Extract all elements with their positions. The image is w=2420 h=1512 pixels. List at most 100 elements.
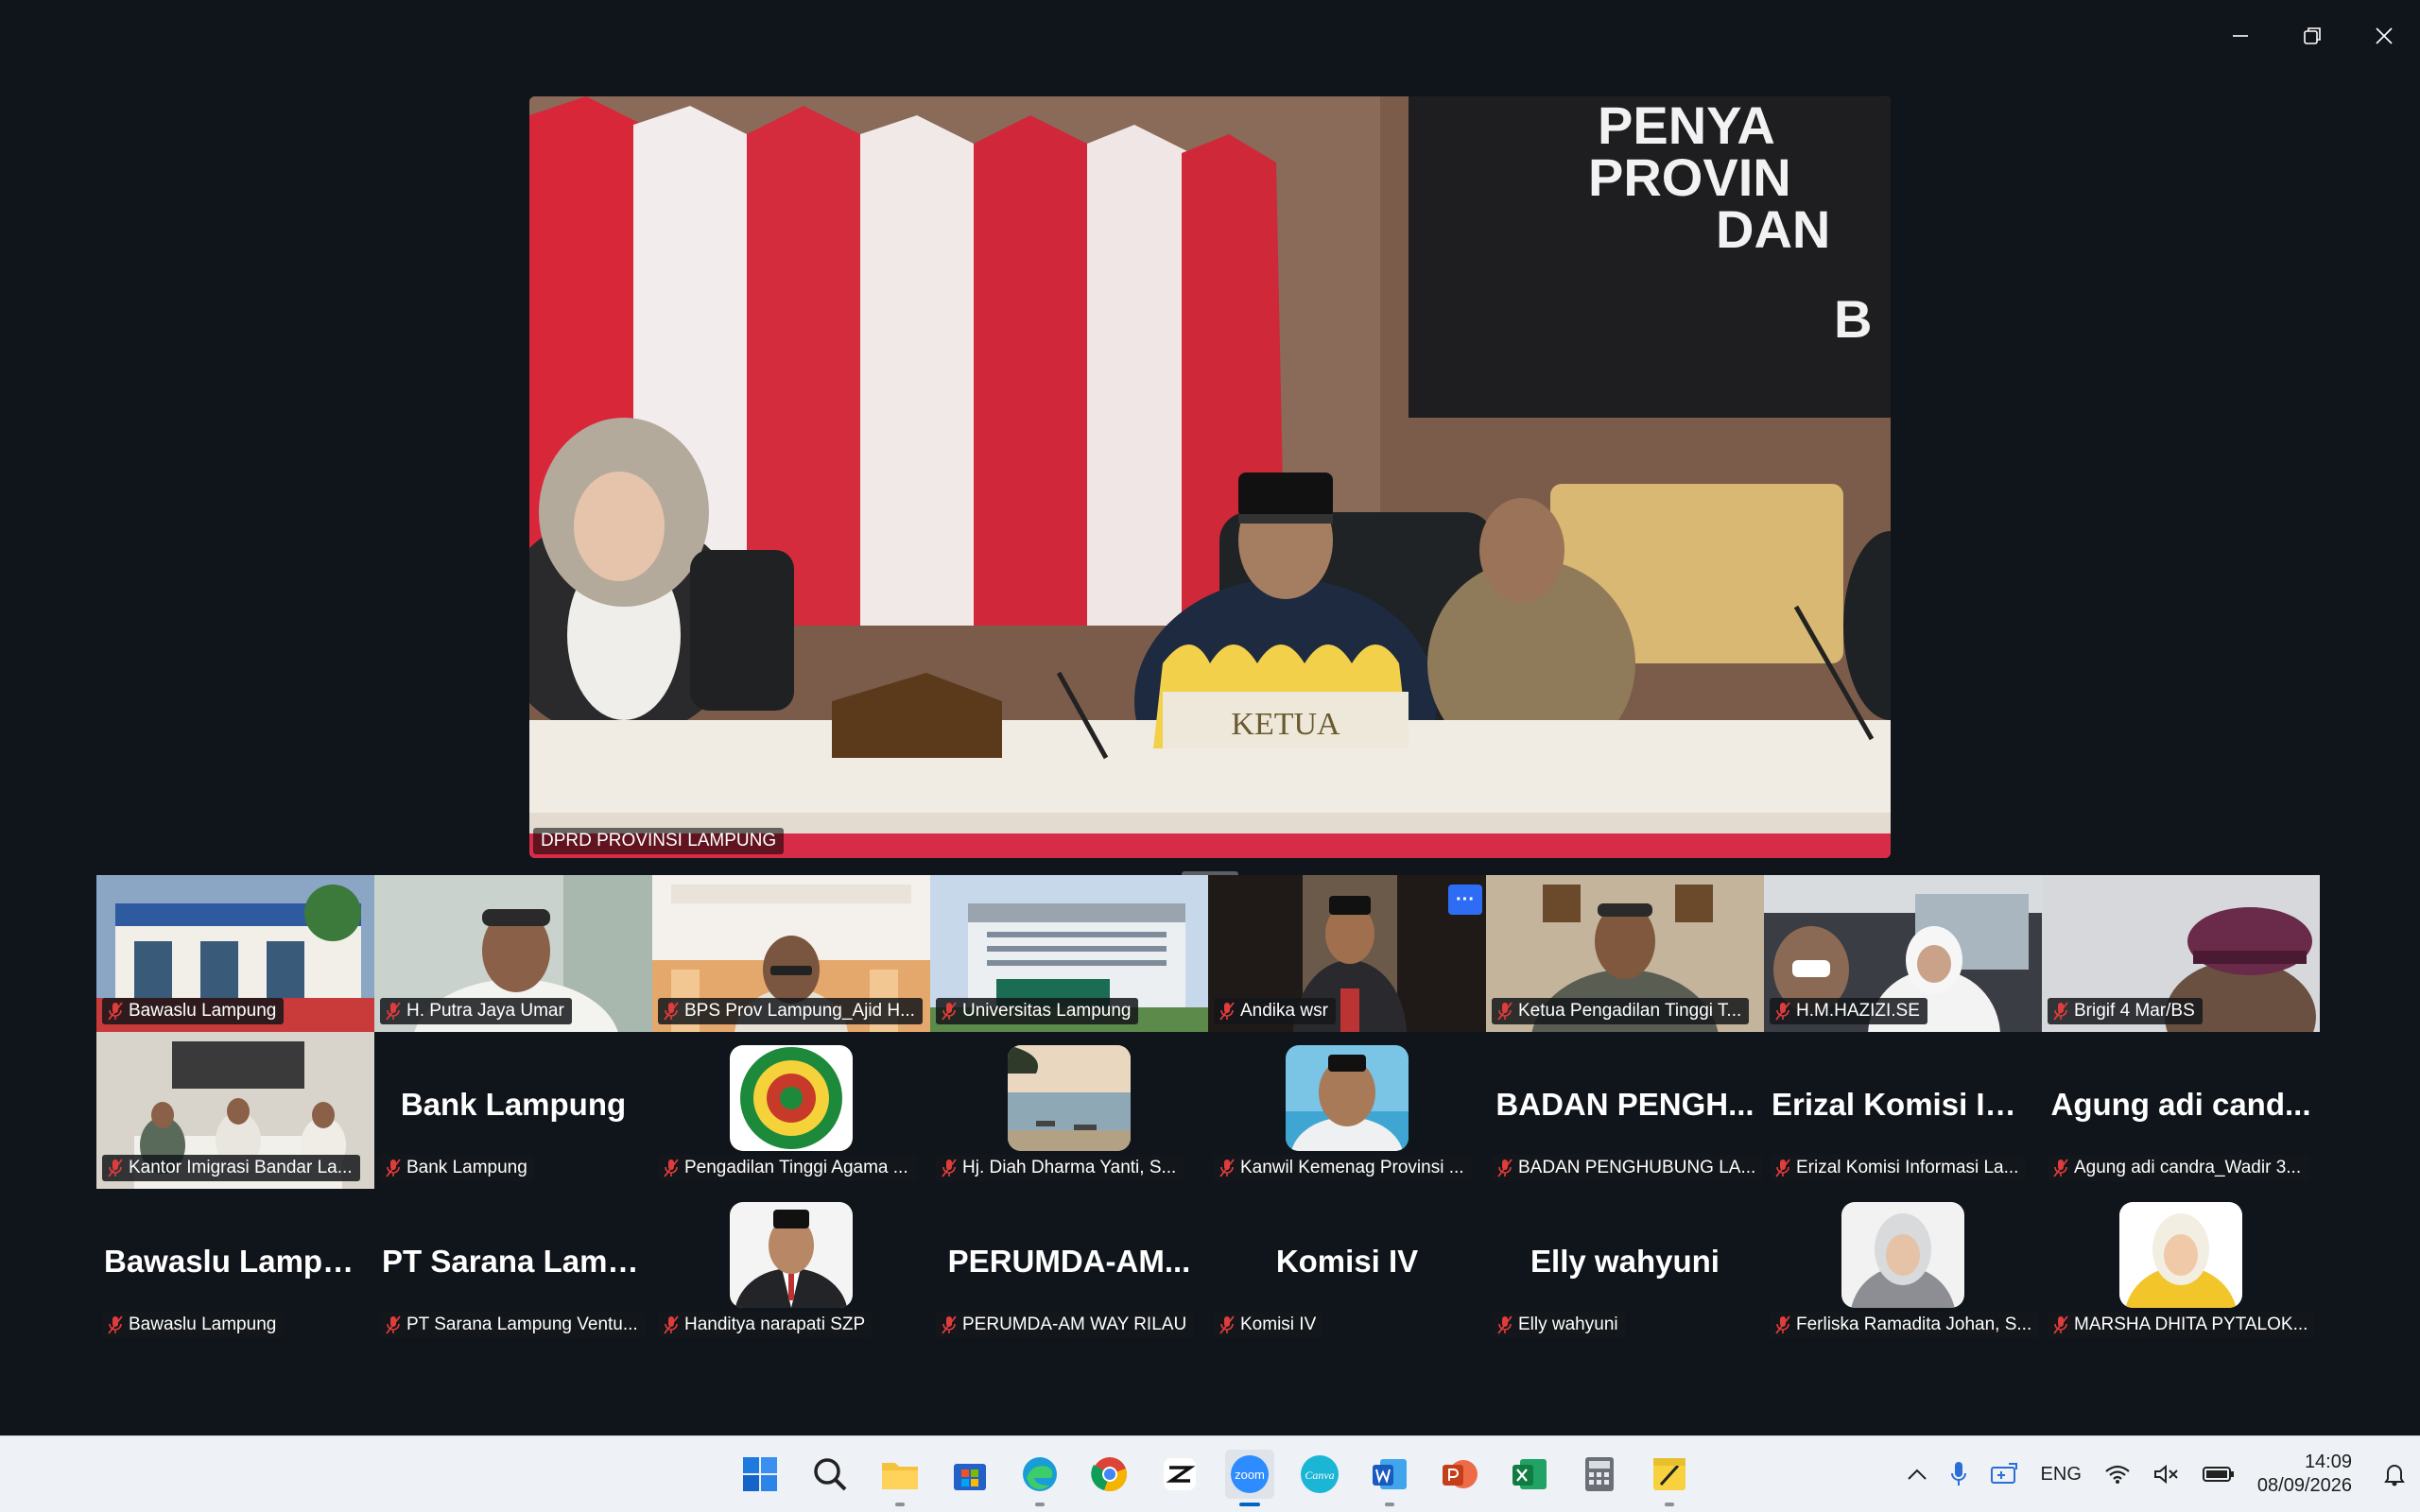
active-speaker-video[interactable]: PENYA PROVIN DAN B KETUA DPRD PROVINSI L… <box>529 96 1891 858</box>
language-indicator[interactable]: ENG <box>2041 1464 2082 1486</box>
participant-tile[interactable]: BADAN PENGH... BADAN PENGHUBUNG LA... <box>1486 1032 1764 1189</box>
zoom-icon: zoom <box>1231 1455 1269 1493</box>
participant-tile[interactable]: Erizal Komisi Inf... Erizal Komisi Inform… <box>1764 1032 2042 1189</box>
store-icon <box>954 1464 986 1490</box>
system-tray: ENG 14:09 08/09/2026 <box>1895 1436 2420 1512</box>
participant-name-label: PT Sarana Lampung Ventu... <box>380 1312 646 1338</box>
participant-tile[interactable]: Agung adi cand... Agung adi candra_Wadir … <box>2042 1032 2320 1189</box>
participant-name-label: Pengadilan Tinggi Agama ... <box>658 1155 916 1181</box>
participant-tile[interactable]: Bank Lampung Bank Lampung <box>374 1032 652 1189</box>
sticky-notes-icon <box>1653 1458 1685 1490</box>
participant-name-text: Kantor Imigrasi Bandar La... <box>129 1158 353 1177</box>
muted-mic-icon <box>664 1159 679 1177</box>
participant-tile[interactable]: ··· Andika wsr <box>1208 875 1486 1032</box>
svg-text:zoom: zoom <box>1235 1468 1265 1482</box>
participant-tile[interactable]: Bawaslu Lampung <box>96 875 374 1032</box>
canva-button[interactable]: Canva <box>1295 1450 1344 1499</box>
participant-tile[interactable]: Pengadilan Tinggi Agama ... <box>652 1032 930 1189</box>
participant-name-label: Bank Lampung <box>380 1155 535 1181</box>
search-icon <box>814 1458 847 1491</box>
participant-name-label: BADAN PENGHUBUNG LA... <box>1492 1155 1764 1181</box>
volume-tray-button[interactable] <box>2153 1464 2180 1485</box>
more-options-button[interactable]: ··· <box>1448 885 1482 915</box>
close-button[interactable] <box>2348 0 2420 72</box>
participant-tile[interactable]: Ketua Pengadilan Tinggi T... <box>1486 875 1764 1032</box>
screen-text-1: PENYA <box>1598 96 1775 155</box>
participant-tile[interactable]: Brigif 4 Mar/BS <box>2042 875 2320 1032</box>
participant-name-text: BPS Prov Lampung_Ajid H... <box>684 1001 915 1021</box>
search-button[interactable] <box>805 1450 855 1499</box>
gallery-row: Bawaslu Lampung Bawaslu Lampung PT Sarana … <box>96 1189 2324 1346</box>
zoom-button[interactable]: zoom <box>1225 1450 1274 1506</box>
participant-gallery: Bawaslu Lampung H. Putra Jaya Umar BPS Pro… <box>96 875 2324 1346</box>
participant-name-text: H. Putra Jaya Umar <box>406 1001 564 1021</box>
participant-tile[interactable]: Hj. Diah Dharma Yanti, S... <box>930 1032 1208 1189</box>
word-button[interactable] <box>1365 1450 1414 1506</box>
participant-tile[interactable]: PT Sarana Lamp... PT Sarana Lampung Ventu… <box>374 1189 652 1346</box>
participant-tile[interactable]: BPS Prov Lampung_Ajid H... <box>652 875 930 1032</box>
taskbar-apps: zoom Canva <box>735 1436 1694 1512</box>
excel-button[interactable] <box>1505 1450 1554 1499</box>
word-icon <box>1373 1459 1407 1489</box>
muted-mic-icon <box>1219 1002 1235 1021</box>
chrome-button[interactable] <box>1085 1450 1134 1499</box>
participant-name-label: Ferliska Ramadita Johan, S... <box>1770 1312 2040 1338</box>
participant-tile[interactable]: Handitya narapati SZP <box>652 1189 930 1346</box>
windows-start-button[interactable] <box>735 1450 785 1499</box>
calculator-button[interactable] <box>1575 1450 1624 1499</box>
participant-tile[interactable]: Elly wahyuni Elly wahyuni <box>1486 1189 1764 1346</box>
muted-mic-icon <box>942 1315 957 1334</box>
screen-capture-tray-button[interactable] <box>1990 1462 2018 1486</box>
gallery-row: Bawaslu Lampung H. Putra Jaya Umar BPS Pro… <box>96 875 2324 1032</box>
speaker-muted-icon <box>2153 1464 2178 1485</box>
minimize-button[interactable] <box>2204 0 2276 72</box>
participant-tile[interactable]: Universitas Lampung <box>930 875 1208 1032</box>
edge-button[interactable] <box>1015 1450 1064 1506</box>
capcut-button[interactable] <box>1155 1450 1204 1499</box>
taskbar-clock[interactable]: 14:09 08/09/2026 <box>2257 1451 2352 1498</box>
participant-name-text: PERUMDA-AM WAY RILAU <box>962 1314 1187 1334</box>
participant-display-name: Elly wahyuni <box>1530 1244 1720 1279</box>
participant-display-name: BADAN PENGH... <box>1495 1087 1754 1122</box>
nameplate: KETUA <box>1153 644 1409 748</box>
participant-tile[interactable]: Bawaslu Lampung Bawaslu Lampung <box>96 1189 374 1346</box>
participant-tile[interactable]: H. Putra Jaya Umar <box>374 875 652 1032</box>
close-icon <box>2376 27 2393 44</box>
participant-display-name: Bawaslu Lampung <box>104 1244 374 1279</box>
microphone-tray-button[interactable] <box>1950 1461 1967 1487</box>
participant-name-text: Bawaslu Lampung <box>129 1314 277 1334</box>
muted-mic-icon <box>108 1159 123 1177</box>
file-explorer-button[interactable] <box>875 1450 925 1506</box>
participant-name-text: H.M.HAZIZI.SE <box>1796 1001 1920 1021</box>
restore-button[interactable] <box>2276 0 2348 72</box>
participant-avatar <box>1008 1045 1131 1151</box>
participant-tile[interactable]: Kantor Imigrasi Bandar La... <box>96 1032 374 1189</box>
participant-avatar <box>1286 1045 1409 1151</box>
participant-tile[interactable]: Kanwil Kemenag Provinsi ... <box>1208 1032 1486 1189</box>
windows-taskbar: zoom Canva ENG 14:09 08/09/2026 <box>0 1435 2420 1512</box>
participant-tile[interactable]: PERUMDA-AM... PERUMDA-AM WAY RILAU <box>930 1189 1208 1346</box>
show-hidden-icons-button[interactable] <box>1907 1468 1927 1481</box>
participant-avatar <box>730 1202 853 1308</box>
participant-name-text: Bawaslu Lampung <box>129 1001 277 1021</box>
active-speaker-name: DPRD PROVINSI LAMPUNG <box>533 828 785 854</box>
participant-name-text: Komisi IV <box>1240 1314 1317 1334</box>
edge-icon <box>1023 1457 1057 1491</box>
participant-name-label: MARSHA DHITA PYTALOK... <box>2048 1312 2316 1338</box>
participant-tile[interactable]: Komisi IV Komisi IV <box>1208 1189 1486 1346</box>
muted-mic-icon <box>1775 1159 1790 1177</box>
chevron-up-icon <box>1907 1469 1927 1480</box>
participant-name-label: Andika wsr <box>1214 998 1336 1024</box>
powerpoint-button[interactable] <box>1435 1450 1484 1499</box>
participant-tile[interactable]: MARSHA DHITA PYTALOK... <box>2042 1189 2320 1346</box>
participant-name-label: Brigif 4 Mar/BS <box>2048 998 2203 1024</box>
participant-name-text: Andika wsr <box>1240 1001 1328 1021</box>
participant-tile[interactable]: Ferliska Ramadita Johan, S... <box>1764 1189 2042 1346</box>
sticky-notes-button[interactable] <box>1645 1450 1694 1506</box>
microsoft-store-button[interactable] <box>945 1450 994 1499</box>
battery-tray-button[interactable] <box>2202 1466 2235 1483</box>
notifications-button[interactable] <box>2384 1462 2405 1486</box>
participant-tile[interactable]: H.M.HAZIZI.SE <box>1764 875 2042 1032</box>
muted-mic-icon <box>2053 1315 2068 1334</box>
wifi-tray-button[interactable] <box>2104 1464 2131 1485</box>
